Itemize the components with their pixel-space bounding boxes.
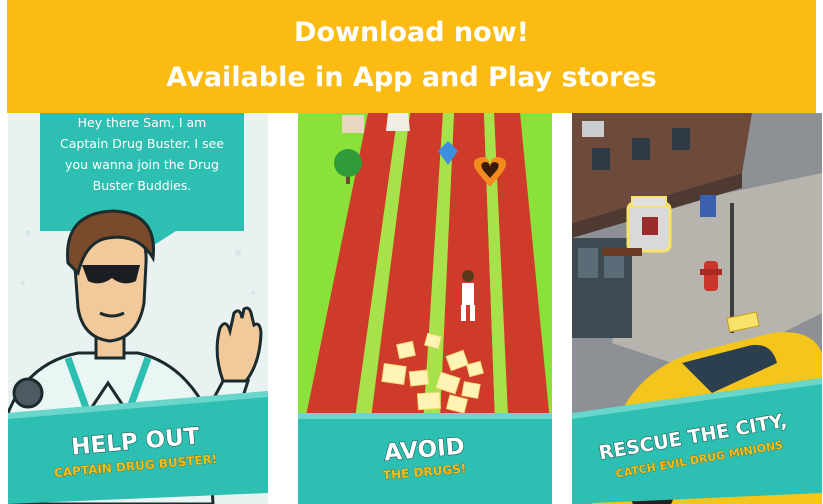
banner-title: Download now!	[294, 17, 529, 48]
download-banner: Download now! Available in App and Play …	[7, 0, 816, 113]
bench	[602, 248, 642, 256]
minion-figure	[700, 195, 716, 217]
distant-crate	[342, 115, 364, 133]
banner-subtitle: Available in App and Play stores	[166, 62, 657, 93]
help-out-scene: Hey there Sam, I am Captain Drug Buster.…	[8, 113, 268, 504]
bubble-line-3: you wanna join the Drug	[65, 157, 219, 172]
distant-obstacle	[386, 113, 410, 131]
screenshot-help-out: Hey there Sam, I am Captain Drug Buster.…	[8, 113, 268, 504]
street-pole	[730, 203, 734, 333]
drug-jar-icon	[626, 196, 672, 253]
bubble-line-1: Hey there Sam, I am	[78, 115, 207, 130]
screenshot-avoid-drugs: AVOID THE DRUGS!	[298, 113, 552, 504]
bubble-line-2: Captain Drug Buster. I see	[60, 136, 224, 151]
rescue-city-scene: RESCUE THE CITY, CATCH EVIL DRUG MINIONS	[572, 113, 822, 504]
avoid-drugs-scene: AVOID THE DRUGS!	[298, 113, 552, 504]
ac-unit-icon	[582, 121, 604, 137]
avoid-ribbon: AVOID THE DRUGS!	[298, 413, 552, 504]
screenshot-rescue-city: RESCUE THE CITY, CATCH EVIL DRUG MINIONS	[572, 113, 822, 504]
bubble-line-4: Buster Buddies.	[93, 178, 192, 193]
